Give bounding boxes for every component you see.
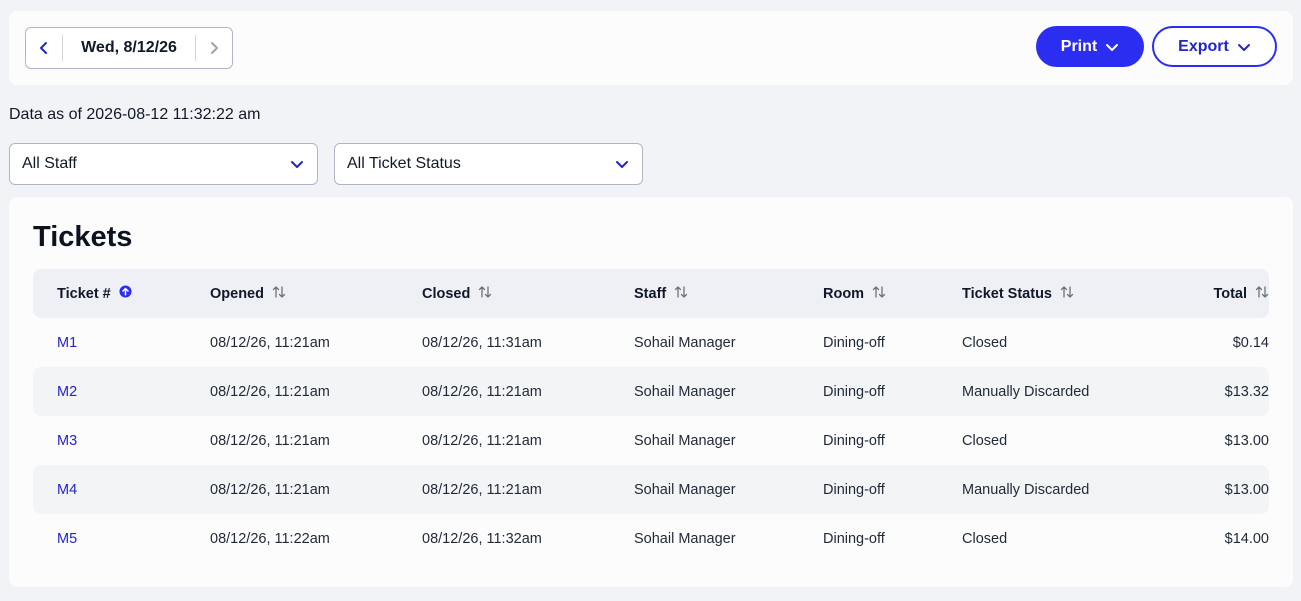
table-header: Ticket # Opened Closed Staff Room Ticket…	[33, 269, 1269, 318]
staff-filter-value: All Staff	[22, 155, 77, 172]
column-label: Ticket Status	[962, 285, 1052, 302]
opened-cell: 08/12/26, 11:21am	[210, 383, 330, 400]
chevron-down-icon	[1106, 43, 1119, 51]
ticket-status-cell: Closed	[962, 530, 1008, 547]
table-row: M4 08/12/26, 11:21am 08/12/26, 11:21am S…	[33, 465, 1269, 514]
current-date-label: Wed, 8/12/26	[81, 39, 177, 56]
total-cell: $13.00	[1224, 432, 1269, 449]
closed-cell: 08/12/26, 11:21am	[422, 481, 542, 498]
column-header-closed[interactable]: Closed	[422, 285, 634, 303]
sort-icon	[1255, 285, 1269, 303]
ticket-number-cell: M3	[33, 433, 210, 449]
ticket-status-filter-value: All Ticket Status	[347, 155, 461, 172]
ticket-status-filter-select[interactable]: All Ticket Status	[334, 143, 643, 185]
staff-filter-select[interactable]: All Staff	[9, 143, 318, 185]
column-header-room[interactable]: Room	[823, 285, 962, 303]
next-day-button[interactable]	[196, 28, 232, 68]
export-button[interactable]: Export	[1152, 26, 1277, 67]
column-header-ticket-status[interactable]: Ticket Status	[962, 285, 1167, 303]
column-label: Opened	[210, 285, 264, 302]
ticket-link[interactable]: M3	[57, 433, 77, 449]
tickets-panel: Tickets Ticket # Opened Closed Staff Roo…	[9, 197, 1293, 587]
print-button-label: Print	[1060, 37, 1098, 55]
closed-cell: 08/12/26, 11:32am	[422, 530, 542, 547]
ticket-status-cell: Closed	[962, 334, 1008, 351]
ticket-number-cell: M2	[33, 384, 210, 400]
closed-cell: 08/12/26, 11:31am	[422, 334, 542, 351]
total-cell: $13.32	[1224, 383, 1269, 400]
sort-icon	[272, 285, 286, 303]
ticket-status-cell: Manually Discarded	[962, 383, 1090, 400]
column-header-ticket-number[interactable]: Ticket #	[33, 285, 210, 302]
column-label: Closed	[422, 285, 471, 302]
closed-cell: 08/12/26, 11:21am	[422, 383, 542, 400]
export-button-label: Export	[1178, 37, 1229, 55]
staff-cell: Sohail Manager	[634, 481, 736, 498]
sort-icon	[478, 285, 492, 303]
column-header-staff[interactable]: Staff	[634, 285, 823, 303]
tickets-table: Ticket # Opened Closed Staff Room Ticket…	[33, 269, 1269, 563]
closed-cell: 08/12/26, 11:21am	[422, 432, 542, 449]
date-navigator: Wed, 8/12/26	[25, 27, 233, 69]
staff-cell: Sohail Manager	[634, 383, 736, 400]
ticket-number-cell: M5	[33, 531, 210, 547]
column-label: Total	[1213, 285, 1247, 302]
chevron-down-icon	[1237, 43, 1250, 51]
ticket-link[interactable]: M4	[57, 482, 77, 498]
opened-cell: 08/12/26, 11:21am	[210, 334, 330, 351]
opened-cell: 08/12/26, 11:21am	[210, 481, 330, 498]
top-toolbar: Wed, 8/12/26 Print Export	[9, 11, 1293, 85]
column-header-opened[interactable]: Opened	[210, 285, 422, 303]
table-row: M2 08/12/26, 11:21am 08/12/26, 11:21am S…	[33, 367, 1269, 416]
total-cell: $0.14	[1232, 334, 1269, 351]
column-label: Staff	[634, 285, 667, 302]
table-row: M5 08/12/26, 11:22am 08/12/26, 11:32am S…	[33, 514, 1269, 563]
room-cell: Dining-off	[823, 334, 885, 351]
chevron-down-icon	[291, 161, 303, 168]
room-cell: Dining-off	[823, 481, 885, 498]
print-button[interactable]: Print	[1036, 26, 1144, 67]
room-cell: Dining-off	[823, 530, 885, 547]
table-row: M3 08/12/26, 11:21am 08/12/26, 11:21am S…	[33, 416, 1269, 465]
table-row: M1 08/12/26, 11:21am 08/12/26, 11:31am S…	[33, 318, 1269, 367]
chevron-left-icon	[40, 42, 47, 54]
chevron-down-icon	[616, 161, 628, 168]
ticket-link[interactable]: M1	[57, 335, 77, 351]
staff-cell: Sohail Manager	[634, 334, 736, 351]
data-timestamp: Data as of 2026-08-12 11:32:22 am	[9, 106, 261, 123]
chevron-right-icon	[211, 42, 218, 54]
ticket-status-cell: Closed	[962, 432, 1008, 449]
opened-cell: 08/12/26, 11:21am	[210, 432, 330, 449]
sort-ascending-icon	[119, 285, 132, 302]
total-cell: $13.00	[1224, 481, 1269, 498]
room-cell: Dining-off	[823, 432, 885, 449]
column-label: Room	[823, 285, 865, 302]
ticket-link[interactable]: M2	[57, 384, 77, 400]
sort-icon	[1060, 285, 1074, 303]
total-cell: $14.00	[1224, 530, 1269, 547]
room-cell: Dining-off	[823, 383, 885, 400]
staff-cell: Sohail Manager	[634, 432, 736, 449]
previous-day-button[interactable]	[26, 28, 62, 68]
sort-icon	[872, 285, 886, 303]
ticket-link[interactable]: M5	[57, 531, 77, 547]
staff-cell: Sohail Manager	[634, 530, 736, 547]
opened-cell: 08/12/26, 11:22am	[210, 530, 330, 547]
column-label: Ticket #	[57, 285, 111, 302]
sort-icon	[674, 285, 688, 303]
ticket-number-cell: M1	[33, 335, 210, 351]
ticket-status-cell: Manually Discarded	[962, 481, 1090, 498]
column-header-total[interactable]: Total	[1167, 285, 1269, 303]
panel-title: Tickets	[33, 221, 133, 253]
ticket-number-cell: M4	[33, 482, 210, 498]
